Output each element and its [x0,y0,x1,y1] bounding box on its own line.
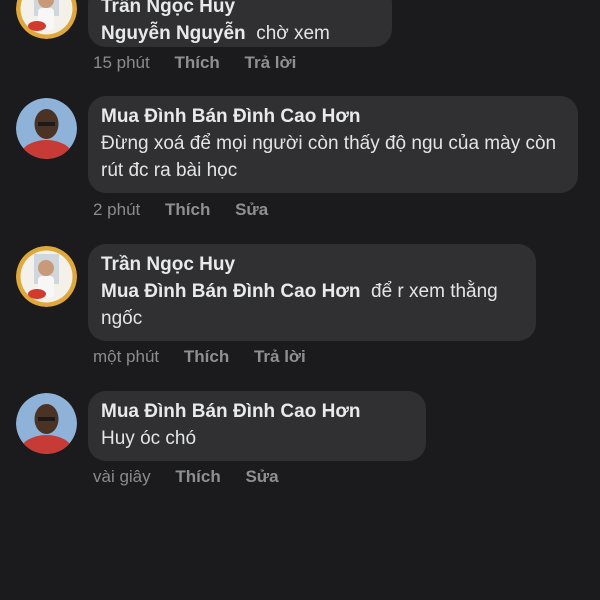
comment-text: Đừng xoá để mọi người còn thấy độ ngu củ… [101,133,557,181]
comment-body: chờ xem [256,23,330,44]
comment-author[interactable]: Mua Đình Bán Đình Cao Hơn [101,104,565,130]
comment-bubble: Mua Đình Bán Đình Cao Hơn Huy óc chó [88,391,426,461]
reply-button[interactable]: Trả lời [254,347,306,366]
avatar[interactable] [16,98,77,159]
comment-author[interactable]: Trần Ngọc Huy [101,0,379,20]
avatar[interactable] [16,0,77,39]
comment-thread: Trần Ngọc Huy Nguyễn Nguyễn chờ xem 15 p… [0,0,600,600]
like-button[interactable]: Thích [184,347,229,366]
like-button[interactable]: Thích [175,467,220,486]
mention[interactable]: Mua Đình Bán Đình Cao Hơn [101,281,360,302]
like-button[interactable]: Thích [165,200,210,219]
comment-text: Huy óc chó [101,428,197,449]
comment-time[interactable]: một phút [93,347,159,366]
avatar[interactable] [16,393,77,454]
comment-author[interactable]: Mua Đình Bán Đình Cao Hơn [101,399,413,425]
mention[interactable]: Nguyễn Nguyễn [101,23,246,44]
edit-button[interactable]: Sửa [245,467,278,486]
comment-time[interactable]: vài giây [93,467,151,486]
comment-author[interactable]: Trần Ngọc Huy [101,252,523,278]
comment-text: Mua Đình Bán Đình Cao Hơn để r xem thằng… [101,278,523,332]
like-button[interactable]: Thích [174,53,219,72]
edit-button[interactable]: Sửa [235,200,268,219]
comment-meta: 15 phút Thích Trả lời [93,52,316,74]
comment-meta: 2 phút Thích Sửa [93,199,288,221]
comment-bubble: Trần Ngọc Huy Mua Đình Bán Đình Cao Hơn … [88,244,536,341]
avatar[interactable] [16,246,77,307]
comment-meta: vài giây Thích Sửa [93,466,299,488]
comment-meta: một phút Thích Trả lời [93,346,326,368]
comment-bubble: Mua Đình Bán Đình Cao Hơn Đừng xoá để mọ… [88,96,578,193]
comment-bubble: Trần Ngọc Huy Nguyễn Nguyễn chờ xem [88,0,392,47]
comment-text: Nguyễn Nguyễn chờ xem [101,20,379,47]
reply-button[interactable]: Trả lời [245,53,297,72]
comment-time[interactable]: 2 phút [93,200,140,219]
comment-time[interactable]: 15 phút [93,53,150,72]
